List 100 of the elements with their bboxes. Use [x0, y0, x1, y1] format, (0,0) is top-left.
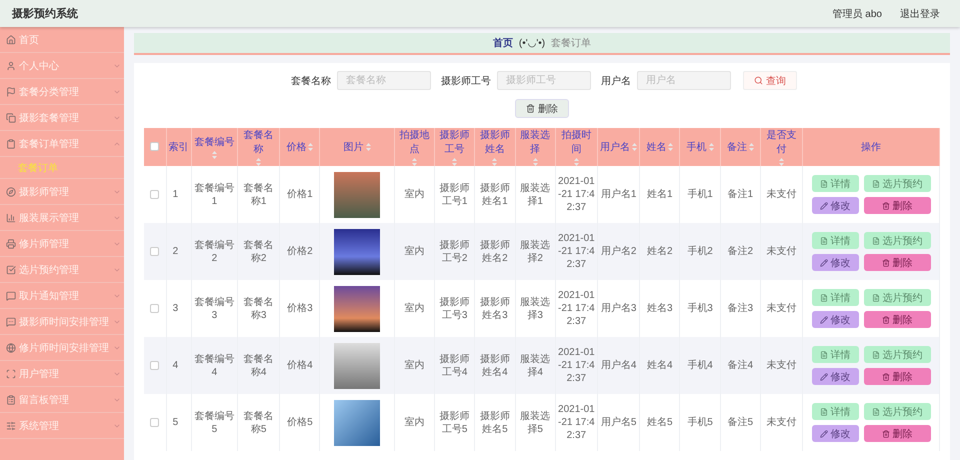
sort-icon[interactable]: [412, 158, 417, 166]
sort-icon[interactable]: [778, 158, 784, 166]
search-field[interactable]: 套餐名称: [337, 71, 431, 90]
row-checkbox[interactable]: [150, 360, 160, 370]
table-cell: 用户名5: [597, 394, 640, 451]
breadcrumb-current: 套餐订单: [551, 36, 592, 50]
select-button[interactable]: 选片预约: [864, 403, 931, 420]
document-icon: [872, 180, 880, 188]
select-button[interactable]: 选片预约: [864, 175, 931, 192]
pencil-icon: [820, 258, 828, 266]
sort-icon[interactable]: [574, 158, 579, 166]
table-cell: 5: [166, 394, 192, 451]
breadcrumb-home-link[interactable]: 首页: [492, 36, 513, 50]
edit-button[interactable]: 修改: [812, 254, 859, 271]
sort-icon[interactable]: [366, 143, 371, 151]
column-header[interactable]: 图片: [344, 140, 371, 154]
edit-button[interactable]: 修改: [812, 368, 859, 385]
field-label: 套餐名称: [291, 74, 331, 88]
document-icon: [820, 180, 828, 188]
delete-button[interactable]: 删除: [864, 197, 931, 214]
delete-button[interactable]: 删除: [864, 311, 931, 328]
column-header: 索引: [168, 140, 189, 154]
document-icon: [872, 236, 880, 244]
document-icon: [820, 236, 828, 244]
menu-icon: [6, 60, 16, 70]
sort-icon[interactable]: [452, 158, 458, 166]
app-title: 摄影预约系统: [12, 6, 78, 21]
trash-icon: [882, 258, 890, 266]
edit-button[interactable]: 修改: [812, 425, 859, 442]
photo-placeholder: [334, 172, 380, 218]
field-label: 用户名: [601, 74, 631, 88]
menu-icon: [6, 34, 16, 44]
table-cell: 备注5: [720, 394, 760, 451]
select-button[interactable]: 选片预约: [864, 346, 931, 363]
row-checkbox[interactable]: [150, 190, 160, 199]
document-icon: [872, 294, 880, 302]
trash-icon: [526, 104, 535, 113]
delete-button[interactable]: 删除: [864, 425, 931, 442]
table-cell: 套餐编号5: [191, 394, 238, 451]
pencil-icon: [820, 430, 828, 438]
sort-icon[interactable]: [212, 151, 217, 159]
document-icon: [820, 294, 828, 302]
sort-icon[interactable]: [492, 158, 498, 166]
table-cell: 姓名5: [640, 394, 680, 451]
delete-button[interactable]: 删除: [864, 254, 931, 271]
search-field[interactable]: 摄影师工号: [497, 71, 591, 90]
photo-placeholder: [334, 342, 380, 388]
breadcrumb-emoticon: (•'◡'•): [518, 38, 546, 48]
edit-button[interactable]: 修改: [812, 311, 859, 328]
menu-icon: [6, 394, 16, 404]
row-checkbox[interactable]: [150, 418, 160, 427]
photo-placeholder: [334, 400, 380, 446]
trash-icon: [882, 202, 890, 210]
sort-icon[interactable]: [308, 143, 314, 151]
select-all-checkbox[interactable]: [150, 142, 160, 152]
detail-button[interactable]: 详情: [812, 346, 859, 363]
menu-icon: [6, 186, 16, 196]
menu-icon: [6, 264, 16, 274]
detail-button[interactable]: 详情: [812, 232, 859, 249]
admin-user-label: 管理员 abo: [832, 8, 882, 20]
search-button[interactable]: 查询: [743, 71, 797, 90]
column-header: 操作: [861, 141, 882, 154]
sort-icon[interactable]: [532, 158, 538, 166]
menu-icon: [6, 290, 16, 300]
table-cell: 摄影师姓名5: [474, 394, 516, 451]
pencil-icon: [820, 316, 828, 324]
logout-link[interactable]: 退出登录: [900, 6, 940, 20]
trash-icon: [882, 316, 890, 324]
document-icon: [872, 408, 880, 416]
row-checkbox[interactable]: [150, 304, 160, 313]
search-field[interactable]: 用户名: [637, 71, 731, 90]
document-icon: [872, 350, 880, 358]
delete-button[interactable]: 删除: [864, 368, 931, 385]
detail-button[interactable]: 详情: [812, 175, 859, 192]
table-cell: 手机5: [680, 394, 720, 451]
sort-icon[interactable]: [256, 158, 262, 166]
document-icon: [820, 408, 828, 416]
sort-icon[interactable]: [708, 143, 714, 151]
row-checkbox[interactable]: [150, 246, 160, 256]
menu-icon: [6, 342, 16, 352]
edit-button[interactable]: 修改: [812, 197, 859, 214]
sort-icon[interactable]: [668, 143, 674, 151]
menu-icon: [6, 112, 16, 122]
table-cell: 室内: [394, 394, 435, 451]
menu-icon: [6, 138, 16, 148]
sort-icon[interactable]: [632, 143, 638, 151]
select-button[interactable]: 选片预约: [864, 289, 931, 306]
table-cell: 服装选择5: [515, 394, 556, 451]
select-button[interactable]: 选片预约: [864, 232, 931, 249]
detail-button[interactable]: 详情: [812, 403, 859, 420]
delete-button[interactable]: 删除: [515, 99, 569, 118]
menu-icon: [6, 316, 16, 326]
search-icon: [754, 76, 763, 85]
menu-icon: [6, 212, 16, 222]
photo-placeholder: [334, 228, 380, 274]
sort-icon[interactable]: [748, 143, 754, 151]
detail-button[interactable]: 详情: [812, 289, 859, 306]
trash-icon: [882, 430, 890, 438]
trash-icon: [882, 372, 890, 380]
menu-icon: [6, 368, 16, 378]
